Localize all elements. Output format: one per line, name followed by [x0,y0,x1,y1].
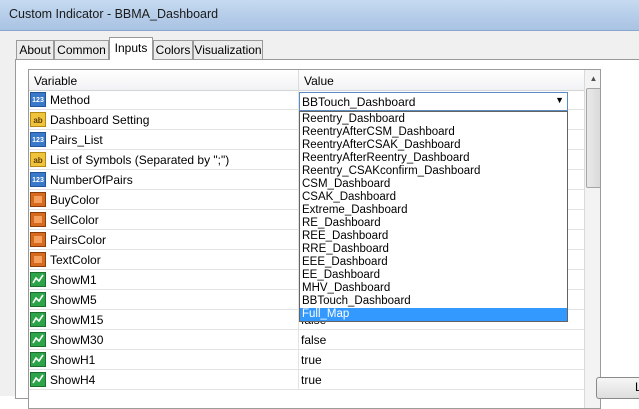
chevron-down-icon[interactable]: ▼ [555,95,564,105]
variable-name: Dashboard Setting [50,113,150,127]
dropdown-option[interactable]: Full_Map [300,308,567,321]
color-icon [30,232,46,247]
dropdown-option[interactable]: CSAK_Dashboard [300,191,567,204]
bool-icon [30,292,46,307]
variable-name: ShowH4 [50,373,96,387]
value-cell[interactable]: false [301,333,326,347]
variable-cell[interactable]: ShowM30 [29,330,299,349]
dropdown-option[interactable]: BBTouch_Dashboard [300,295,567,308]
variable-header-label: Variable [34,74,78,88]
dropdown-option[interactable]: Reentry_Dashboard [300,113,567,126]
variable-name: NumberOfPairs [50,173,133,187]
color-icon [30,252,46,267]
dropdown-option[interactable]: CSM_Dashboard [300,178,567,191]
scrollbar-thumb[interactable] [586,88,600,188]
number-icon: 123 [30,92,46,107]
dropdown-option[interactable]: ReentryAfterCSM_Dashboard [300,126,567,139]
string-icon: ab [30,152,46,167]
variable-name: PairsColor [50,233,107,247]
variable-cell[interactable]: SellColor [29,210,299,229]
value-cell[interactable]: true [301,353,322,367]
variable-name: ShowM1 [50,273,97,287]
variable-name: BuyColor [50,193,100,207]
side-button[interactable]: L [596,377,639,399]
method-combo-value: BBTouch_Dashboard [302,95,416,109]
variable-name: List of Symbols (Separated by ";") [50,153,230,167]
dropdown-option[interactable]: ReentryAfterReentry_Dashboard [300,152,567,165]
variable-column-header[interactable]: Variable [29,70,299,90]
variable-cell[interactable]: PairsColor [29,230,299,249]
tab-about[interactable]: About [16,40,54,59]
dropdown-option[interactable]: RRE_Dashboard [300,243,567,256]
variable-cell[interactable]: 123 Pairs_List [29,130,299,149]
variable-name: ShowH1 [50,353,96,367]
dropdown-option[interactable]: Extreme_Dashboard [300,204,567,217]
bool-icon [30,372,46,387]
method-dropdown-list: Reentry_Dashboard ReentryAfterCSM_Dashboa… [299,111,568,322]
number-icon: 123 [30,132,46,147]
grid-header: Variable Value [29,70,584,91]
variable-cell[interactable]: ab List of Symbols (Separated by ";") [29,150,299,169]
dropdown-option[interactable]: REE_Dashboard [300,230,567,243]
variable-name: ShowM15 [50,313,104,327]
variable-name: TextColor [50,253,101,267]
table-row[interactable]: ShowH4 true [29,370,584,390]
number-icon: 123 [30,172,46,187]
variable-cell[interactable]: BuyColor [29,190,299,209]
dropdown-option[interactable]: RE_Dashboard [300,217,567,230]
dropdown-option[interactable]: Reentry_CSAKconfirm_Dashboard [300,165,567,178]
scroll-up-icon[interactable]: ▲ [585,70,600,87]
bool-icon [30,352,46,367]
variable-name: ShowM30 [50,333,104,347]
table-row[interactable]: ShowM30 false [29,330,584,350]
window-title: Custom Indicator - BBMA_Dashboard [9,7,219,21]
tab-visualization[interactable]: Visualization [193,40,263,59]
bool-icon [30,312,46,327]
color-icon [30,192,46,207]
variable-name: Method [50,93,91,107]
variable-cell[interactable]: ShowM5 [29,290,299,309]
variable-cell[interactable]: 123 Method [29,90,299,109]
variable-cell[interactable]: TextColor [29,250,299,269]
dropdown-option[interactable]: MHV_Dashboard [300,282,567,295]
dropdown-option[interactable]: EEE_Dashboard [300,256,567,269]
value-header-label: Value [304,74,334,88]
table-row[interactable]: ShowH1 true [29,350,584,370]
variable-name: SellColor [50,213,99,227]
variable-cell[interactable]: ShowM15 [29,310,299,329]
value-cell[interactable]: true [301,373,322,387]
bool-icon [30,332,46,347]
vertical-scrollbar[interactable]: ▲ [584,70,600,408]
color-icon [30,212,46,227]
title-bar: Custom Indicator - BBMA_Dashboard [0,0,639,30]
method-combo[interactable]: BBTouch_Dashboard ▼ [299,92,568,111]
variable-cell[interactable]: 123 NumberOfPairs [29,170,299,189]
side-button-label: L [635,380,639,394]
variable-cell[interactable]: ShowH1 [29,350,299,369]
variable-cell[interactable]: ShowH4 [29,370,299,389]
bool-icon [30,272,46,287]
tab-inputs[interactable]: Inputs [109,37,153,60]
tab-colors[interactable]: Colors [153,40,193,59]
string-icon: ab [30,112,46,127]
variable-cell[interactable]: ShowM1 [29,270,299,289]
tab-common[interactable]: Common [54,40,109,59]
dropdown-option[interactable]: EE_Dashboard [300,269,567,282]
variable-cell[interactable]: ab Dashboard Setting [29,110,299,129]
variable-name: ShowM5 [50,293,97,307]
variable-name: Pairs_List [50,133,103,147]
dropdown-option[interactable]: ReentryAfterCSAK_Dashboard [300,139,567,152]
